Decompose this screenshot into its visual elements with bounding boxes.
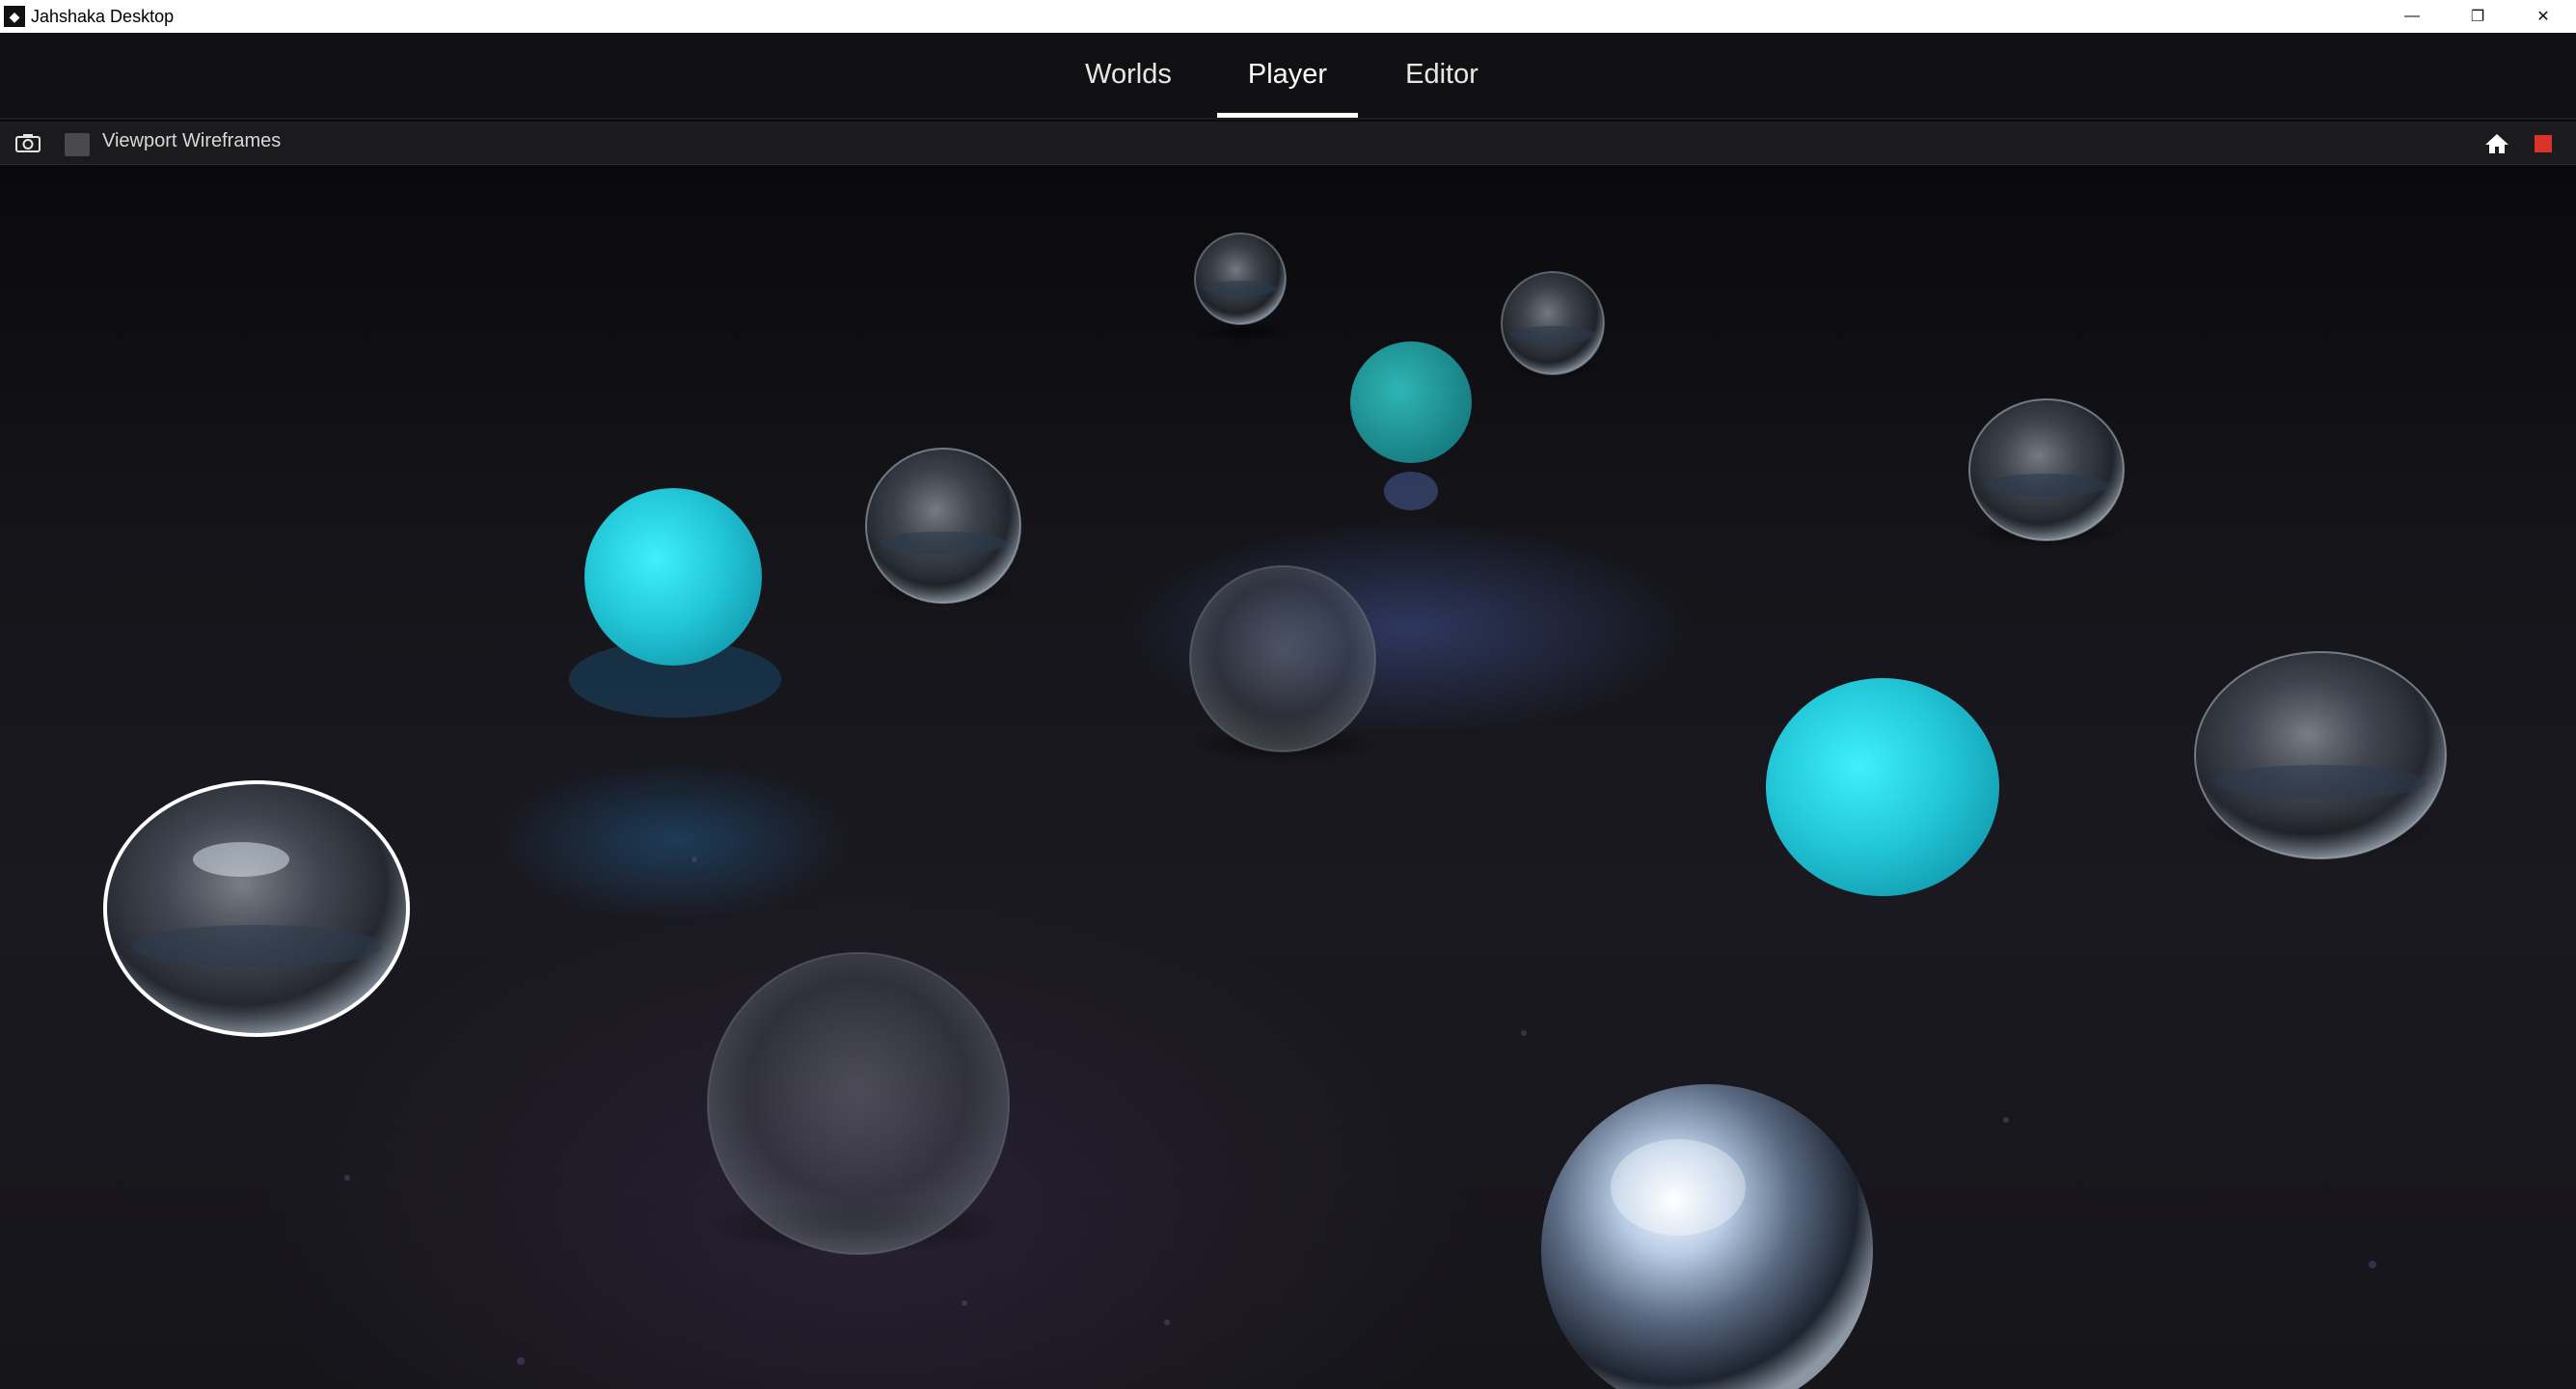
camera-icon[interactable] [15, 133, 41, 152]
window-title: Jahshaka Desktop [31, 6, 175, 26]
glass-sphere[interactable] [2194, 651, 2447, 859]
viewport-toolbar: Viewport Wireframes [0, 122, 2576, 165]
close-button[interactable]: ✕ [2510, 0, 2576, 33]
stop-icon[interactable] [2535, 135, 2552, 152]
glass-sphere[interactable] [707, 952, 1010, 1255]
floor-speckles [344, 857, 2376, 1365]
viewport-wireframes-label: Viewport Wireframes [102, 130, 282, 151]
glass-sphere[interactable] [865, 448, 1021, 604]
active-tab-indicator [1217, 113, 1358, 118]
title-bar: ◆ Jahshaka Desktop — ❐ ✕ [0, 0, 2576, 33]
glass-sphere[interactable] [103, 780, 410, 1037]
tab-editor[interactable]: Editor [1389, 33, 1495, 116]
player-viewport[interactable] [0, 165, 2576, 1389]
chrome-sphere[interactable] [1541, 1084, 1873, 1389]
tab-player[interactable]: Player [1217, 33, 1358, 116]
glass-sphere[interactable] [1501, 271, 1605, 375]
glass-sphere[interactable] [1189, 565, 1376, 752]
window-controls: — ❐ ✕ [2379, 0, 2576, 33]
teal-sphere[interactable] [1766, 678, 1999, 896]
main-tab-bar: Worlds Player Editor [0, 33, 2576, 120]
glass-sphere[interactable] [1968, 398, 2125, 541]
app-logo-icon: ◆ [4, 6, 25, 27]
app-window: ◆ Jahshaka Desktop — ❐ ✕ Worlds Player E… [0, 0, 2576, 1389]
teal-sphere[interactable] [569, 488, 781, 718]
restore-button[interactable]: ❐ [2445, 0, 2510, 33]
glass-sphere[interactable] [1194, 232, 1287, 325]
tab-worlds[interactable]: Worlds [1071, 33, 1186, 116]
scene-render [103, 232, 2447, 1389]
teal-sphere[interactable] [1350, 341, 1472, 510]
home-icon[interactable] [2484, 132, 2509, 155]
viewport-wireframes-checkbox[interactable] [65, 133, 90, 156]
minimize-button[interactable]: — [2379, 0, 2445, 33]
